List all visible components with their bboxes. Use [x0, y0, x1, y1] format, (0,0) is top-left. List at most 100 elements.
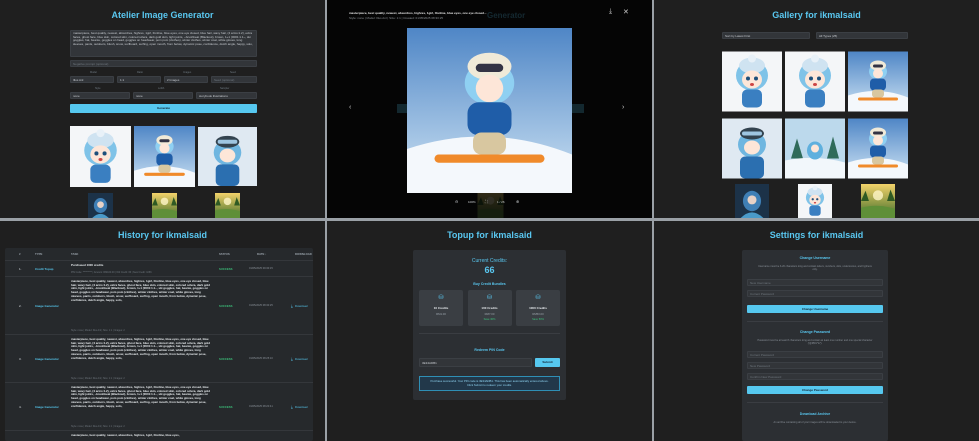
- row-task: masterpiece, best quality, newest, absur…: [71, 385, 210, 408]
- row-date: 01/05/2025 08:30:25: [249, 304, 273, 307]
- download-link[interactable]: Download: [295, 405, 307, 409]
- divider: [747, 321, 883, 322]
- credits-label: Current Credits:: [471, 258, 508, 264]
- gallery-image[interactable]: [848, 50, 908, 113]
- lora-select[interactable]: none: [133, 92, 193, 99]
- credit-bundle-card[interactable]: ⛁ 1000 Credits RM50.00 Save 50%: [516, 290, 560, 326]
- row-task-meta: Style: none | Model: Illus Anl | Size: 1…: [71, 425, 125, 428]
- coin-icon: ⛁: [535, 295, 541, 301]
- row-type[interactable]: Image Generator: [35, 357, 59, 361]
- gallery-image[interactable]: [848, 184, 908, 218]
- result-image[interactable]: [198, 193, 257, 218]
- type-filter-select[interactable]: All Types (25): [816, 32, 908, 39]
- change-password-button[interactable]: Change Password: [747, 386, 883, 394]
- password-description: Password must be at least 8 characters l…: [757, 339, 873, 346]
- row-task: Purchased 1000 credits: [71, 263, 104, 267]
- confirm-password-field[interactable]: Confirm New Password: [747, 373, 883, 380]
- bundle-bonus: Save 30%: [483, 318, 496, 321]
- gallery-image[interactable]: [848, 117, 908, 180]
- pin-code-input[interactable]: 3E34ADB1: [419, 358, 532, 367]
- prompt-textarea[interactable]: masterpiece, best quality, newest, absur…: [70, 30, 257, 57]
- gallery-image[interactable]: [785, 50, 845, 113]
- gallery-image[interactable]: [722, 50, 782, 113]
- result-image[interactable]: [70, 193, 131, 218]
- sort-select[interactable]: Sort by Latest First: [722, 32, 810, 39]
- table-row: 4. Image Generator masterpiece, best quali…: [5, 382, 313, 430]
- sampler-select[interactable]: storybook illustrations: [196, 92, 257, 99]
- zoom-level: 100%: [468, 200, 476, 204]
- lightbox-panel: Generator masterpiece, best quality, new…: [327, 0, 652, 218]
- table-row: 2. Image Generator masterpiece, best quali…: [5, 276, 313, 334]
- generate-button[interactable]: Generate: [70, 104, 257, 113]
- download-link[interactable]: Download: [295, 357, 307, 361]
- topup-panel: Topup for ikmalsaid Current Credits: 66 …: [327, 221, 652, 441]
- download-icon[interactable]: ⤓: [291, 356, 293, 361]
- page-title: Settings for ikmalsaid: [769, 230, 864, 240]
- username-description: Username must be 3-20 characters long an…: [758, 265, 872, 272]
- username-section-title: Change Username: [799, 256, 831, 260]
- status-badge: SUCCESS: [219, 357, 233, 361]
- credit-bundle-card[interactable]: ⛁ 10 Credits RM1.00: [419, 290, 463, 326]
- result-image[interactable]: [198, 124, 257, 189]
- close-icon[interactable]: ✕: [623, 8, 629, 16]
- download-icon[interactable]: ⤓: [609, 8, 612, 16]
- redeem-title: Redeem PIN Code: [474, 348, 505, 352]
- previous-arrow-icon[interactable]: ‹: [349, 104, 351, 111]
- table-header: # TYPE TASK STATUS DATE ↓ DOWNLOAD: [5, 252, 313, 258]
- current-password-input[interactable]: Current Password: [747, 290, 883, 297]
- result-image[interactable]: [70, 124, 131, 189]
- generator-panel: Atelier Image Generator masterpiece, bes…: [0, 0, 325, 218]
- bundle-bonus: Save 50%: [532, 318, 544, 321]
- row-task-meta: Style: none | Model: Illus Anl | Size: 1…: [71, 329, 125, 332]
- zoom-out-icon[interactable]: ⊖: [455, 200, 458, 204]
- style-select[interactable]: none: [70, 92, 130, 99]
- status-badge: SUCCESS: [219, 405, 233, 409]
- lightbox-meta: Style: none | Model: Illus Anl | Size: 1…: [349, 16, 444, 20]
- purchase-notice: Purchase successful. Your PIN code is 3E…: [419, 376, 560, 391]
- seed-input[interactable]: Seed (optional): [211, 76, 257, 83]
- archive-section-title: Download Archive: [799, 412, 831, 416]
- row-type[interactable]: Credit Topup: [35, 267, 53, 271]
- page-title: Atelier Image Generator: [111, 10, 214, 20]
- negative-prompt-input[interactable]: Negative prompt (optional): [70, 60, 257, 67]
- page-title: Topup for ikmalsaid: [447, 230, 532, 240]
- new-username-input[interactable]: New Username: [747, 279, 883, 286]
- submit-button[interactable]: Submit: [535, 358, 560, 367]
- download-link[interactable]: Download: [295, 304, 307, 308]
- history-table-wrapper: # TYPE TASK STATUS DATE ↓ DOWNLOAD 1. Credit T…: [5, 248, 313, 441]
- result-image[interactable]: [134, 193, 195, 218]
- model-label: Model: [90, 71, 97, 74]
- download-icon[interactable]: ⤓: [291, 303, 293, 308]
- current-password-field[interactable]: Current Password: [747, 351, 883, 358]
- next-arrow-icon[interactable]: ›: [622, 104, 624, 111]
- row-task-meta: Style: none | Model: Illus Anl | Size: 1…: [71, 377, 125, 380]
- row-type[interactable]: Image Generator: [35, 304, 59, 308]
- lora-label: LoRA: [158, 87, 165, 90]
- row-number: 1.: [19, 267, 22, 271]
- credits-value: 66: [484, 265, 495, 275]
- gallery-image[interactable]: [785, 184, 845, 218]
- zoom-in-icon[interactable]: ⊕: [516, 200, 519, 204]
- new-password-field[interactable]: New Password: [747, 362, 883, 369]
- style-label: Style: [95, 87, 101, 90]
- result-image[interactable]: [134, 124, 195, 189]
- gallery-image[interactable]: [785, 117, 845, 180]
- bundle-price: RM7.00: [484, 312, 495, 316]
- row-task: masterpiece, best quality, newest, absur…: [71, 433, 180, 437]
- credit-bundle-card[interactable]: ⛁ 100 Credits RM7.00 Save 30%: [467, 290, 512, 326]
- row-type[interactable]: Image Generator: [35, 405, 59, 409]
- archive-description: An archive containing all of your images…: [773, 421, 857, 424]
- ratio-select[interactable]: 1:1: [117, 76, 161, 83]
- password-section-title: Change Password: [799, 330, 831, 334]
- image-count-select[interactable]: 2 Images: [164, 76, 208, 83]
- gallery-image[interactable]: [722, 117, 782, 180]
- sampler-label: Sampler: [220, 87, 230, 90]
- gallery-image[interactable]: [722, 184, 782, 218]
- row-number: 3.: [19, 357, 22, 361]
- download-icon[interactable]: ⤓: [291, 404, 293, 409]
- fit-screen-icon[interactable]: ⛶: [485, 200, 488, 204]
- change-username-button[interactable]: Change Username: [747, 305, 883, 313]
- model-select[interactable]: Illus Anl: [70, 76, 114, 83]
- column-header[interactable]: DATE ↓: [257, 252, 267, 256]
- lightbox-caption: masterpiece, best quality, newest, absur…: [349, 11, 487, 15]
